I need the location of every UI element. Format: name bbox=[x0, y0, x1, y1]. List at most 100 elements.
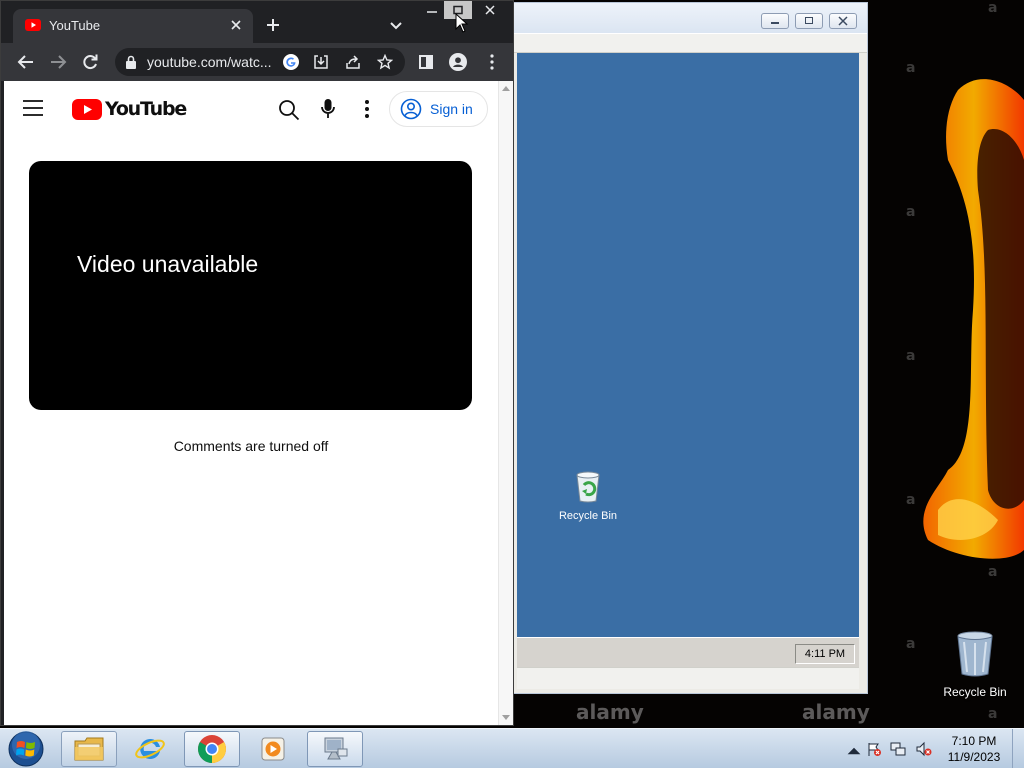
share-icon bbox=[346, 55, 360, 69]
taskbar-internet-explorer[interactable] bbox=[122, 731, 178, 767]
remote-restore-button[interactable] bbox=[795, 13, 823, 29]
minimize-icon bbox=[771, 22, 779, 24]
youtube-logo-text: YouTube bbox=[105, 98, 187, 120]
action-center-flag-icon[interactable] bbox=[866, 741, 882, 757]
reload-icon bbox=[83, 54, 98, 70]
new-tab-icon[interactable] bbox=[265, 17, 281, 33]
remote-taskbar: 4:11 PM bbox=[517, 637, 859, 667]
remote-desktop-icon bbox=[324, 737, 348, 760]
taskbar-remote-desktop[interactable] bbox=[307, 731, 363, 767]
chrome-window[interactable]: YouTube youtube.com/watc... YouTube Sign… bbox=[0, 0, 514, 726]
sign-in-button[interactable]: Sign in bbox=[389, 91, 488, 127]
remote-desktop-window[interactable]: Recycle Bin 4:11 PM bbox=[500, 2, 868, 694]
youtube-logo[interactable]: YouTube bbox=[72, 98, 187, 120]
share-button[interactable] bbox=[345, 54, 361, 70]
remote-recycle-bin[interactable]: Recycle Bin bbox=[557, 471, 619, 522]
scroll-down-arrow-icon[interactable] bbox=[502, 715, 510, 721]
install-app-button[interactable] bbox=[313, 54, 329, 70]
chrome-minimize-button[interactable] bbox=[418, 1, 446, 19]
network-icon[interactable] bbox=[890, 741, 906, 757]
tab-youtube[interactable]: YouTube bbox=[13, 9, 253, 43]
minimize-icon bbox=[427, 11, 437, 13]
scroll-up-arrow-icon[interactable] bbox=[502, 85, 510, 91]
remote-recycle-bin-label: Recycle Bin bbox=[558, 510, 618, 522]
watermark-letter: a bbox=[906, 636, 916, 652]
taskbar-explorer[interactable] bbox=[61, 731, 117, 767]
youtube-play-logo-icon bbox=[72, 98, 102, 120]
watermark-letter: a bbox=[906, 60, 916, 76]
google-icon bbox=[283, 54, 299, 70]
tab-search-chevron-icon[interactable] bbox=[389, 19, 403, 33]
lock-icon[interactable] bbox=[125, 55, 137, 69]
profile-button[interactable] bbox=[449, 53, 467, 71]
account-circle-icon bbox=[400, 98, 422, 120]
more-options-icon[interactable] bbox=[363, 99, 371, 119]
watermark-logo: alamy bbox=[576, 700, 644, 724]
address-bar[interactable]: youtube.com/watc... bbox=[115, 48, 405, 76]
restore-icon bbox=[805, 17, 813, 24]
microphone-icon[interactable] bbox=[320, 98, 336, 120]
watermark-letter: a bbox=[906, 348, 916, 364]
remote-minimize-button[interactable] bbox=[761, 13, 789, 29]
side-panel-button[interactable] bbox=[417, 53, 435, 71]
fire-artwork bbox=[923, 79, 1024, 559]
taskbar-clock[interactable]: 7:10 PM 11/9/2023 bbox=[938, 733, 1010, 765]
watermark-letter: a bbox=[988, 0, 998, 16]
windows-orb-icon bbox=[8, 731, 44, 767]
page-scrollbar[interactable] bbox=[498, 81, 513, 725]
install-icon bbox=[314, 55, 328, 69]
show-desktop-button[interactable] bbox=[1012, 729, 1024, 768]
taskbar-media-player[interactable] bbox=[245, 731, 301, 767]
mouse-cursor-icon bbox=[455, 13, 469, 33]
chrome-menu-button[interactable] bbox=[483, 53, 501, 71]
side-panel-icon bbox=[419, 55, 433, 69]
tab-close-icon[interactable] bbox=[229, 18, 243, 32]
remote-status-strip bbox=[517, 667, 859, 689]
back-arrow-icon bbox=[17, 55, 33, 69]
watermark-letter: a bbox=[988, 564, 998, 580]
bookmark-button[interactable] bbox=[377, 54, 393, 70]
back-button[interactable] bbox=[17, 53, 35, 71]
watermark-logo: alamy bbox=[802, 700, 870, 724]
remote-desktop-titlebar[interactable] bbox=[501, 3, 867, 33]
youtube-page: YouTube Sign in Video unavailable Commen… bbox=[4, 81, 498, 725]
clock-time: 7:10 PM bbox=[951, 734, 997, 748]
clock-date: 11/9/2023 bbox=[947, 750, 1001, 764]
youtube-favicon-icon bbox=[25, 19, 41, 31]
watermark-letter: a bbox=[906, 492, 916, 508]
forward-button[interactable] bbox=[49, 53, 67, 71]
remote-clock: 4:11 PM bbox=[795, 644, 855, 664]
chrome-close-button[interactable] bbox=[476, 1, 504, 19]
star-icon bbox=[377, 54, 393, 70]
watermark-letter: a bbox=[906, 204, 916, 220]
video-unavailable-message: Video unavailable bbox=[77, 251, 259, 277]
hamburger-menu-icon[interactable] bbox=[23, 100, 43, 116]
close-icon bbox=[838, 16, 848, 26]
volume-muted-icon[interactable] bbox=[916, 741, 932, 757]
folder-icon bbox=[74, 737, 104, 761]
desktop-recycle-bin[interactable]: Recycle Bin bbox=[938, 630, 1012, 699]
close-icon bbox=[485, 5, 495, 15]
url-text[interactable]: youtube.com/watc... bbox=[147, 54, 275, 70]
video-player[interactable]: Video unavailable bbox=[29, 161, 472, 410]
show-hidden-icons-icon[interactable] bbox=[846, 743, 862, 759]
taskbar-chrome[interactable] bbox=[184, 731, 240, 767]
reload-button[interactable] bbox=[81, 53, 99, 71]
search-icon[interactable] bbox=[278, 99, 300, 121]
chrome-icon bbox=[198, 735, 226, 763]
tab-title: YouTube bbox=[49, 18, 101, 33]
desktop-recycle-bin-label: Recycle Bin bbox=[943, 685, 1007, 699]
recycle-bin-icon bbox=[576, 471, 600, 503]
profile-avatar-icon bbox=[449, 53, 467, 71]
remote-desktop-bar bbox=[501, 33, 867, 53]
start-button[interactable] bbox=[6, 730, 46, 768]
internet-explorer-icon bbox=[135, 738, 165, 759]
kebab-menu-icon bbox=[490, 54, 494, 70]
remote-desktop-screen[interactable]: Recycle Bin bbox=[517, 53, 859, 637]
tab-strip[interactable]: YouTube bbox=[1, 1, 513, 43]
chrome-toolbar: youtube.com/watc... bbox=[1, 43, 513, 81]
remote-close-button[interactable] bbox=[829, 13, 857, 29]
google-lens-button[interactable] bbox=[283, 54, 299, 70]
sign-in-label: Sign in bbox=[430, 101, 473, 117]
comments-status: Comments are turned off bbox=[173, 438, 329, 454]
